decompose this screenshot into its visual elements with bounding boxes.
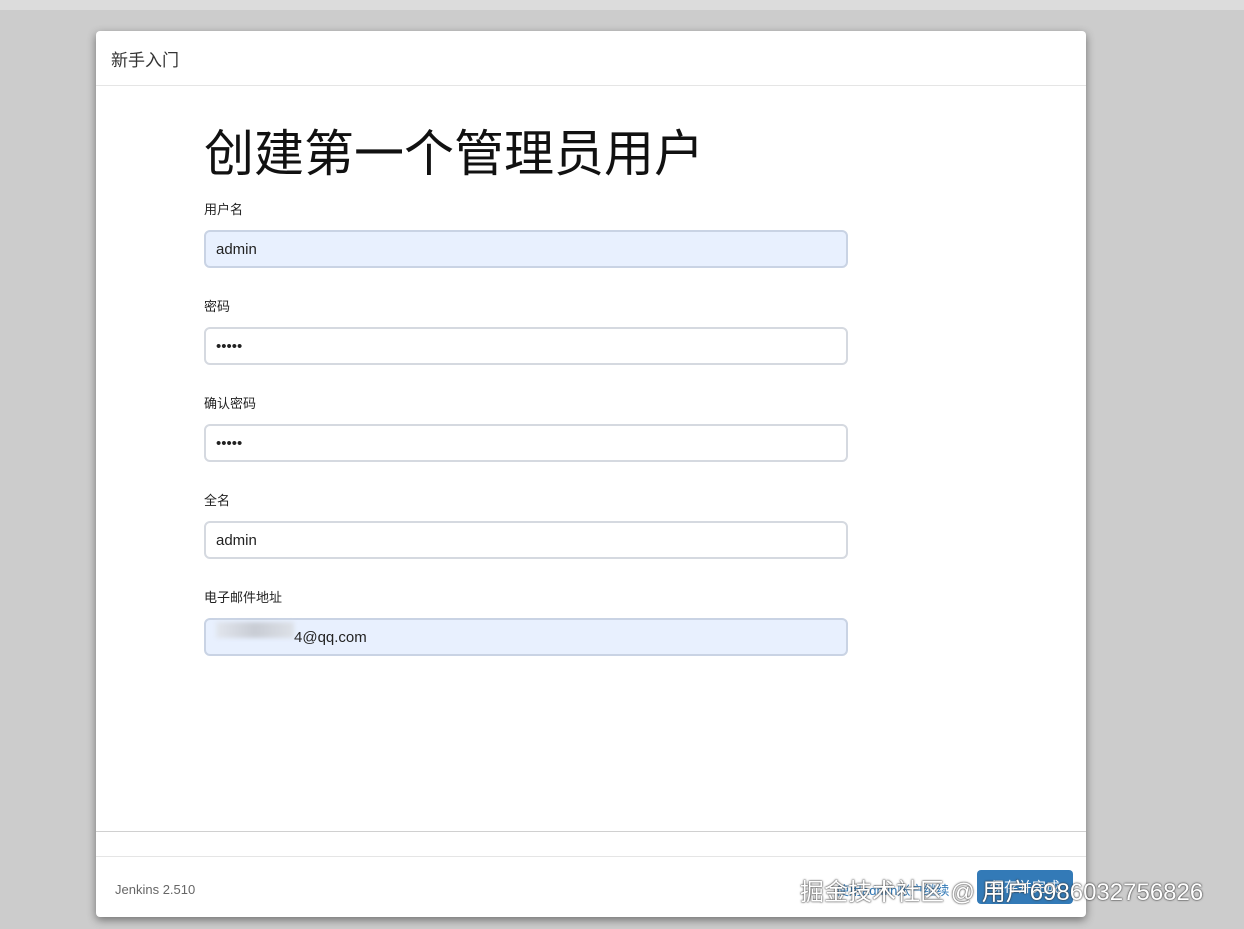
username-input[interactable] — [204, 230, 848, 268]
dialog-header: 新手入门 — [96, 31, 1086, 86]
browser-top-strip — [0, 0, 1244, 10]
page-title: 创建第一个管理员用户 — [204, 126, 704, 182]
fullname-field: 全名 — [204, 490, 848, 559]
fullname-input[interactable] — [204, 521, 848, 559]
password-label: 密码 — [204, 299, 231, 314]
version-label: Jenkins 2.510 — [115, 882, 196, 897]
password-input[interactable] — [204, 327, 848, 365]
password-field: 密码 — [204, 296, 848, 365]
setup-dialog: 新手入门 创建第一个管理员用户 用户名 密码 确认密码 全名 电子邮件地址 Je… — [96, 31, 1086, 917]
username-field: 用户名 — [204, 199, 848, 268]
redacted-blur — [216, 622, 294, 638]
watermark: 掘金技术社区 @ 用户6986032756826 — [800, 879, 1204, 906]
divider — [96, 831, 1086, 832]
dialog-body: 创建第一个管理员用户 用户名 密码 确认密码 全名 电子邮件地址 — [96, 86, 1086, 831]
confirm-password-label: 确认密码 — [204, 396, 257, 411]
confirm-password-field: 确认密码 — [204, 393, 848, 462]
email-label: 电子邮件地址 — [204, 590, 283, 605]
email-field: 电子邮件地址 — [204, 587, 848, 656]
confirm-password-input[interactable] — [204, 424, 848, 462]
fullname-label: 全名 — [204, 493, 231, 508]
email-input[interactable] — [204, 618, 848, 656]
dialog-title: 新手入门 — [111, 50, 179, 70]
username-label: 用户名 — [204, 202, 244, 217]
